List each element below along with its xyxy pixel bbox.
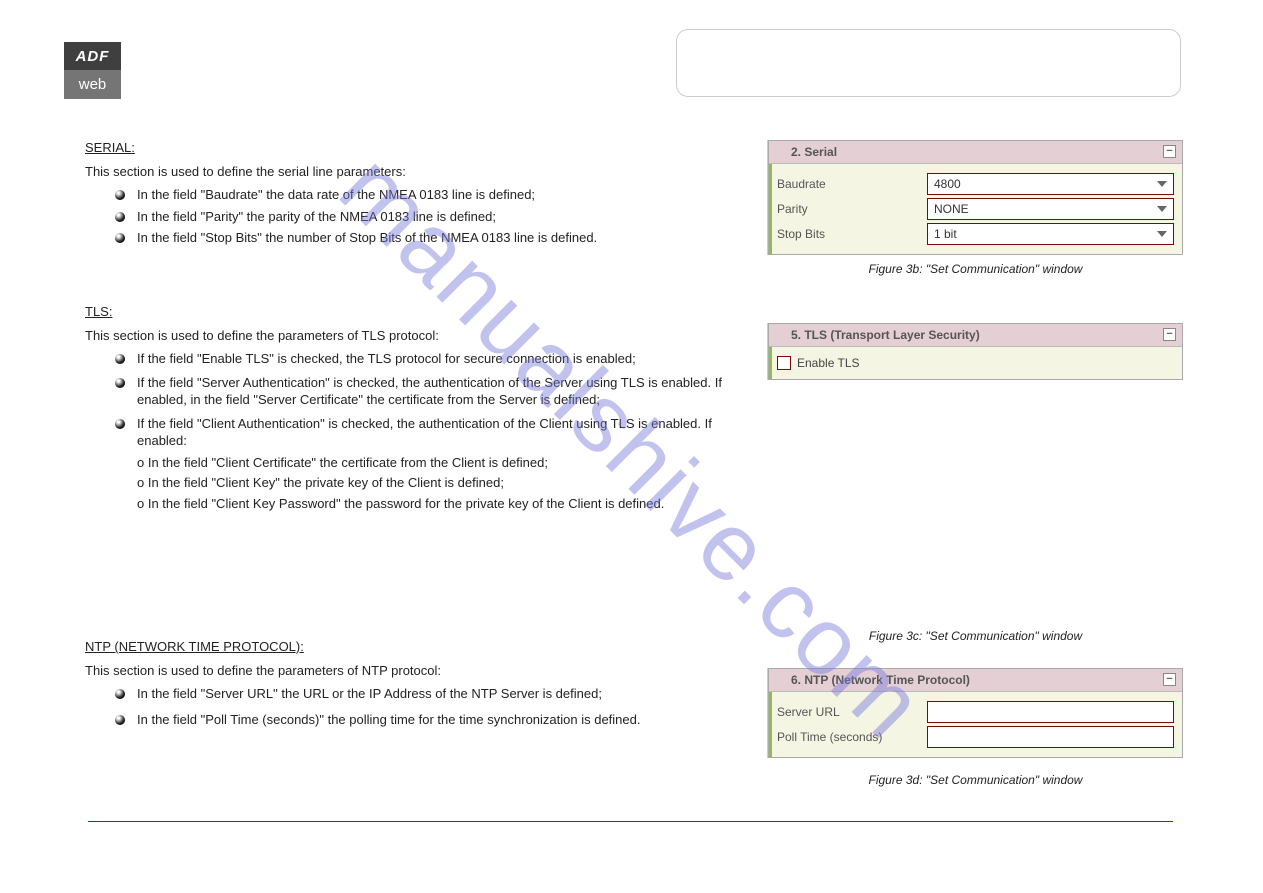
ntp-panel-header: 6. NTP (Network Time Protocol) −	[769, 669, 1182, 692]
chevron-down-icon	[1157, 181, 1167, 187]
enable-tls-checkbox[interactable]	[777, 356, 791, 370]
poll-time-input[interactable]	[927, 726, 1174, 748]
figure4-caption: Figure 3c: "Set Communication" window	[768, 629, 1183, 643]
server-url-label: Server URL	[777, 705, 927, 719]
serial-text-block: SERIAL: This section is used to define t…	[85, 139, 725, 251]
collapse-icon[interactable]: −	[1163, 673, 1176, 686]
logo-top-text: ADF	[64, 42, 121, 70]
footer-rule	[88, 821, 1173, 822]
server-url-input[interactable]	[927, 701, 1174, 723]
serial-intro: This section is used to define the seria…	[85, 163, 725, 181]
ntp-text-block: NTP (NETWORK TIME PROTOCOL): This sectio…	[85, 638, 725, 732]
ntp-bullet: In the field "Server URL" the URL or the…	[115, 685, 725, 703]
serial-panel: 2. Serial − Baudrate 4800 Parity NONE St…	[768, 140, 1183, 255]
serial-panel-title: 2. Serial	[791, 145, 837, 159]
tls-intro: This section is used to define the param…	[85, 327, 725, 345]
serial-bullet: In the field "Parity" the parity of the …	[115, 208, 725, 226]
ntp-intro: This section is used to define the param…	[85, 662, 725, 680]
ntp-panel: 6. NTP (Network Time Protocol) − Server …	[768, 668, 1183, 758]
baudrate-select[interactable]: 4800	[927, 173, 1174, 195]
enable-tls-label: Enable TLS	[797, 356, 860, 370]
serial-heading: SERIAL:	[85, 139, 135, 157]
logo-bottom-text: web	[64, 70, 121, 99]
tls-panel-title: 5. TLS (Transport Layer Security)	[791, 328, 980, 342]
baudrate-label: Baudrate	[777, 177, 927, 191]
title-box	[676, 29, 1181, 97]
serial-bullets: In the field "Baudrate" the data rate of…	[85, 186, 725, 247]
tls-bullet: If the field "Client Authentication" is …	[115, 415, 725, 450]
parity-select[interactable]: NONE	[927, 198, 1174, 220]
ntp-panel-title: 6. NTP (Network Time Protocol)	[791, 673, 970, 687]
ntp-bullets: In the field "Server URL" the URL or the…	[85, 685, 725, 728]
chevron-down-icon	[1157, 206, 1167, 212]
ntp-bullet: In the field "Poll Time (seconds)" the p…	[115, 711, 725, 729]
poll-time-label: Poll Time (seconds)	[777, 730, 927, 744]
figure3-caption: Figure 3b: "Set Communication" window	[768, 262, 1183, 276]
stopbits-value: 1 bit	[934, 227, 957, 241]
company-logo: ADF web	[64, 42, 121, 99]
tls-bullet: If the field "Server Authentication" is …	[115, 374, 725, 409]
tls-text-block: TLS: This section is used to define the …	[85, 303, 725, 512]
tls-sub: In the field "Client Certificate" the ce…	[148, 455, 548, 470]
tls-panel-header: 5. TLS (Transport Layer Security) −	[769, 324, 1182, 347]
tls-sub: In the field "Client Key Password" the p…	[148, 496, 665, 511]
collapse-icon[interactable]: −	[1163, 145, 1176, 158]
figure5-caption: Figure 3d: "Set Communication" window	[768, 773, 1183, 787]
tls-panel: 5. TLS (Transport Layer Security) − Enab…	[768, 323, 1183, 380]
tls-heading: TLS:	[85, 303, 112, 321]
baudrate-value: 4800	[934, 177, 961, 191]
parity-value: NONE	[934, 202, 969, 216]
stopbits-label: Stop Bits	[777, 227, 927, 241]
ntp-heading: NTP (NETWORK TIME PROTOCOL):	[85, 638, 725, 656]
tls-bullets: If the field "Enable TLS" is checked, th…	[85, 350, 725, 450]
serial-panel-header: 2. Serial −	[769, 141, 1182, 164]
chevron-down-icon	[1157, 231, 1167, 237]
serial-bullet: In the field "Stop Bits" the number of S…	[115, 229, 725, 247]
stopbits-select[interactable]: 1 bit	[927, 223, 1174, 245]
tls-bullet: If the field "Enable TLS" is checked, th…	[115, 350, 725, 368]
serial-bullet: In the field "Baudrate" the data rate of…	[115, 186, 725, 204]
parity-label: Parity	[777, 202, 927, 216]
tls-sub: In the field "Client Key" the private ke…	[148, 475, 504, 490]
collapse-icon[interactable]: −	[1163, 328, 1176, 341]
